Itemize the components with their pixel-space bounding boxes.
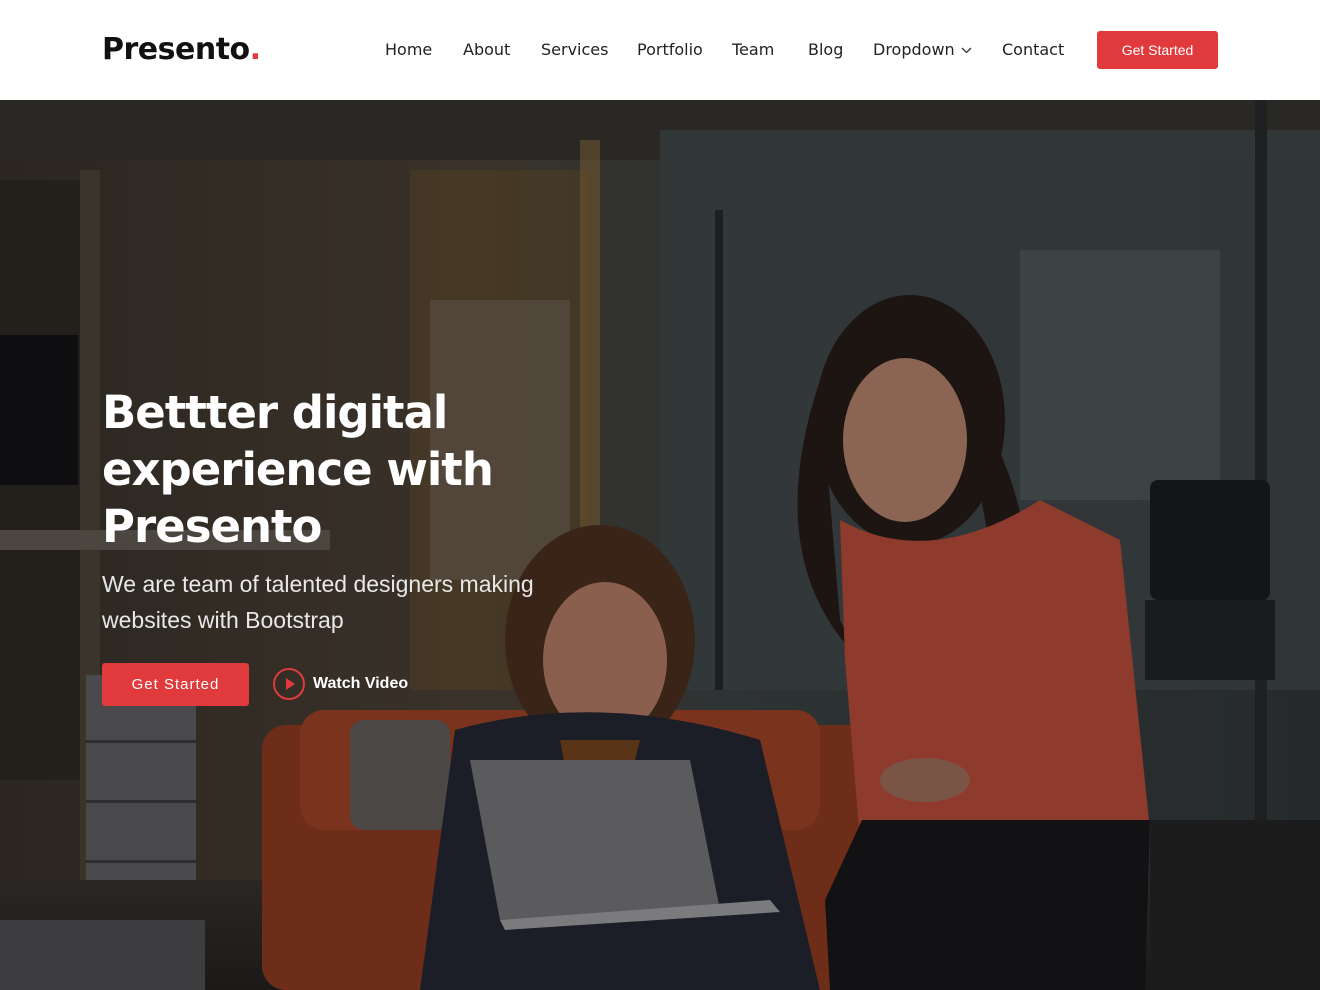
nav-home[interactable]: Home (385, 38, 432, 62)
logo-text: Presento (102, 32, 250, 67)
site-header: Presento. Home About Services Portfolio … (0, 0, 1320, 100)
nav-services[interactable]: Services (541, 38, 608, 62)
hero-title: Bettter digital experience with Presento (102, 384, 582, 555)
site-logo[interactable]: Presento. (102, 30, 261, 70)
logo-dot: . (249, 32, 261, 67)
hero-subtitle: We are team of talented designers making… (102, 571, 534, 633)
hero-title-line: Bettter digital (102, 386, 448, 439)
watch-video-label: Watch Video (313, 675, 409, 692)
hero-title-line: experience with (102, 443, 494, 496)
nav-team[interactable]: Team (732, 38, 774, 62)
chevron-down-icon (961, 37, 972, 61)
nav-about[interactable]: About (463, 38, 510, 62)
hero-section: Bettter digital experience with Presento… (0, 100, 1320, 990)
nav-dropdown[interactable]: Dropdown (873, 38, 972, 63)
nav-dropdown-label: Dropdown (873, 40, 955, 59)
hero-title-line: Presento (102, 500, 322, 553)
play-icon[interactable] (273, 668, 305, 700)
nav-contact[interactable]: Contact (1002, 38, 1064, 62)
hero-get-started-button[interactable]: Get Started (102, 663, 249, 706)
header-get-started-button[interactable]: Get Started (1097, 31, 1218, 69)
nav-blog[interactable]: Blog (808, 38, 843, 62)
nav-portfolio[interactable]: Portfolio (637, 38, 703, 62)
